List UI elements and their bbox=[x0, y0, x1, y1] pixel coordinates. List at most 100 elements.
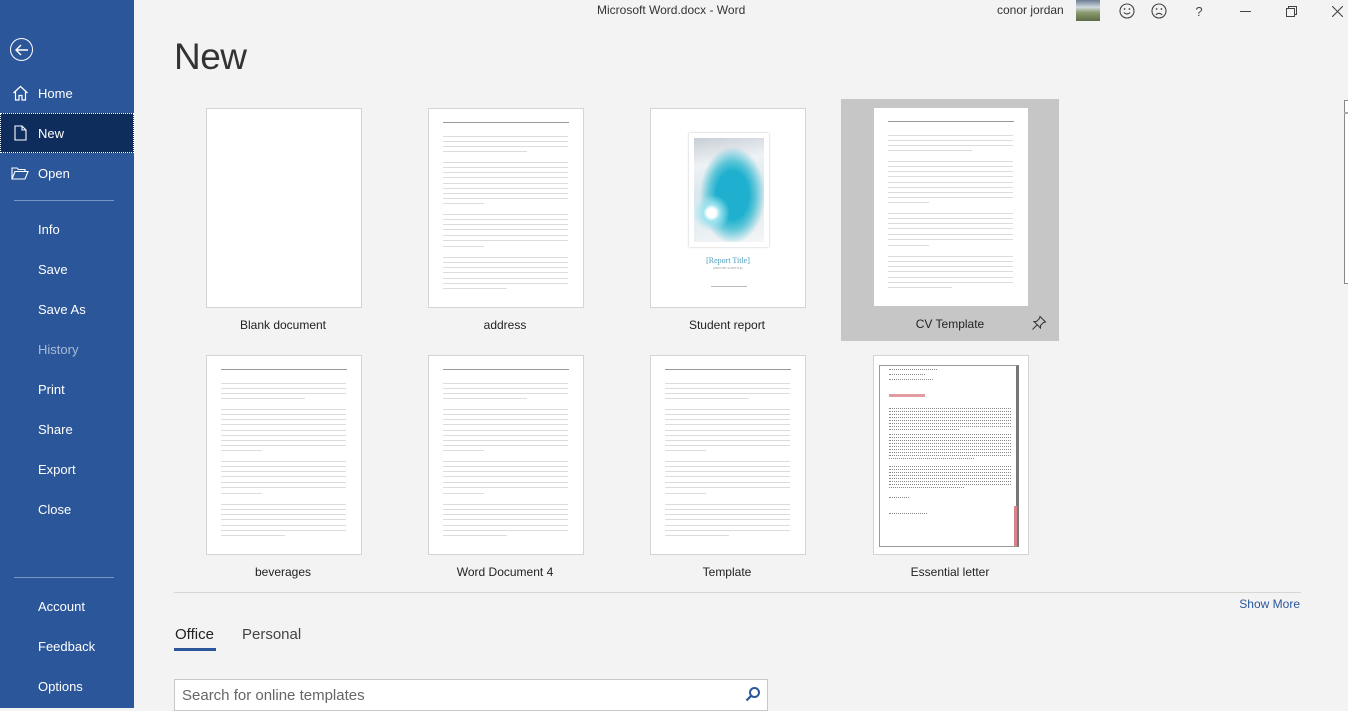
sidebar-item-new[interactable]: New bbox=[0, 113, 134, 153]
template-tile-essential-letter[interactable]: Essential letter bbox=[841, 347, 1059, 589]
avatar[interactable] bbox=[1076, 0, 1100, 21]
sidebar-item-share[interactable]: Share bbox=[0, 409, 134, 449]
letter-accent-bar bbox=[1014, 506, 1017, 546]
placeholder-text-line bbox=[888, 197, 1013, 198]
placeholder-text-line bbox=[443, 525, 568, 526]
window-title: Microsoft Word.docx - Word bbox=[597, 3, 746, 17]
template-tile-address[interactable]: address bbox=[396, 100, 614, 342]
sidebar-item-export[interactable]: Export bbox=[0, 449, 134, 489]
new-document-icon bbox=[0, 125, 38, 141]
help-button[interactable]: ? bbox=[1188, 0, 1210, 22]
template-label: Template bbox=[702, 565, 752, 579]
back-button[interactable] bbox=[10, 38, 33, 61]
placeholder-text-line bbox=[888, 266, 1013, 267]
letter-text-line bbox=[889, 417, 1011, 418]
scrollbar-thumb[interactable] bbox=[1344, 100, 1348, 114]
template-thumbnail: [Report Title] [REPORT SUBTITLE] bbox=[650, 108, 806, 308]
placeholder-text-line bbox=[665, 430, 790, 431]
sidebar-item-open[interactable]: Open bbox=[0, 153, 134, 193]
placeholder-text-line bbox=[665, 519, 790, 520]
placeholder-text-line bbox=[888, 223, 1013, 224]
close-button[interactable] bbox=[1320, 0, 1348, 22]
placeholder-text-line bbox=[221, 440, 346, 441]
placeholder-text-line bbox=[221, 398, 305, 399]
placeholder-text-line bbox=[221, 466, 346, 467]
placeholder-text-line bbox=[221, 388, 346, 389]
placeholder-text-line bbox=[888, 150, 972, 151]
vertical-scrollbar[interactable] bbox=[1344, 100, 1348, 284]
sidebar-item-label: Save As bbox=[38, 301, 86, 317]
restore-button[interactable] bbox=[1274, 0, 1308, 22]
placeholder-text-line bbox=[221, 482, 346, 483]
placeholder-text-line bbox=[888, 182, 1013, 183]
sidebar-item-print[interactable]: Print bbox=[0, 369, 134, 409]
placeholder-text-line bbox=[443, 398, 527, 399]
tab-office[interactable]: Office bbox=[175, 626, 214, 643]
letter-text-line bbox=[889, 374, 925, 375]
template-label: address bbox=[483, 318, 527, 332]
placeholder-text-line bbox=[443, 409, 568, 410]
letter-text-line bbox=[889, 455, 1011, 456]
frown-button[interactable] bbox=[1148, 0, 1170, 22]
letter-text-line bbox=[889, 434, 1011, 435]
placeholder-text-line bbox=[888, 176, 1013, 177]
template-search-input[interactable] bbox=[175, 680, 735, 710]
template-tile-beverages[interactable]: beverages bbox=[174, 347, 392, 589]
letter-text-line bbox=[889, 497, 909, 498]
placeholder-text-line bbox=[443, 419, 568, 420]
smile-button[interactable] bbox=[1116, 0, 1138, 22]
placeholder-text-line bbox=[665, 482, 790, 483]
template-thumbnail bbox=[650, 355, 806, 555]
placeholder-text-line bbox=[665, 440, 790, 441]
placeholder-text-line bbox=[443, 122, 569, 123]
sidebar-item-account[interactable]: Account bbox=[0, 586, 134, 626]
placeholder-text-line bbox=[665, 369, 791, 370]
placeholder-text-line bbox=[221, 525, 346, 526]
sidebar-item-close[interactable]: Close bbox=[0, 489, 134, 529]
template-thumbnail bbox=[206, 108, 362, 308]
user-name[interactable]: conor jordan bbox=[997, 3, 1064, 17]
sidebar-item-home[interactable]: Home bbox=[0, 73, 134, 113]
sidebar-item-save-as[interactable]: Save As bbox=[0, 289, 134, 329]
restore-icon bbox=[1285, 5, 1297, 17]
placeholder-text-line bbox=[443, 369, 569, 370]
placeholder-text-line bbox=[443, 246, 484, 247]
placeholder-text-line bbox=[665, 466, 790, 467]
sidebar-item-feedback[interactable]: Feedback bbox=[0, 626, 134, 666]
letter-page bbox=[879, 365, 1019, 547]
placeholder-text-line bbox=[665, 504, 790, 505]
letter-text-line bbox=[889, 452, 1011, 453]
close-icon bbox=[1331, 5, 1343, 17]
placeholder-text-line bbox=[443, 466, 568, 467]
sidebar-item-options[interactable]: Options bbox=[0, 666, 134, 706]
sidebar-item-label: Save bbox=[38, 261, 68, 277]
template-tile-word-document-4[interactable]: Word Document 4 bbox=[396, 347, 614, 589]
sidebar-divider bbox=[14, 577, 114, 578]
pin-button[interactable] bbox=[1031, 315, 1047, 331]
letter-text-line bbox=[889, 446, 1011, 447]
placeholder-text-line bbox=[665, 461, 790, 462]
sidebar-item-label: Export bbox=[38, 461, 76, 477]
tab-personal[interactable]: Personal bbox=[242, 626, 301, 643]
letter-text-line bbox=[889, 426, 1011, 427]
template-tile-cv-template[interactable]: CV Template bbox=[841, 99, 1059, 341]
placeholder-text-line bbox=[443, 183, 568, 184]
placeholder-text-line bbox=[888, 271, 1013, 272]
sidebar-item-info[interactable]: Info bbox=[0, 209, 134, 249]
template-tile-template[interactable]: Template bbox=[618, 347, 836, 589]
search-button[interactable] bbox=[745, 686, 761, 707]
template-tile-blank-document[interactable]: Blank document bbox=[174, 100, 392, 342]
report-cover-image bbox=[694, 138, 764, 242]
letter-accent-heading bbox=[889, 394, 925, 397]
minimize-button[interactable] bbox=[1228, 0, 1262, 22]
show-more-link[interactable]: Show More bbox=[1239, 597, 1300, 611]
placeholder-text-line bbox=[665, 471, 790, 472]
placeholder-text-line bbox=[221, 445, 346, 446]
placeholder-text-line bbox=[443, 530, 568, 531]
placeholder-text-line bbox=[443, 219, 568, 220]
placeholder-text-line bbox=[443, 493, 484, 494]
sidebar-item-save[interactable]: Save bbox=[0, 249, 134, 289]
template-tile-student-report[interactable]: [Report Title] [REPORT SUBTITLE] Student… bbox=[618, 100, 836, 342]
placeholder-text-line bbox=[443, 262, 568, 263]
placeholder-text-line bbox=[443, 482, 568, 483]
